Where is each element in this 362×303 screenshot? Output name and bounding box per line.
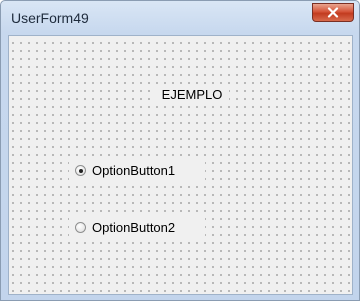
form-design-area[interactable]: EJEMPLO OptionButton1 OptionButton2 — [8, 35, 353, 295]
close-button[interactable] — [312, 3, 354, 22]
close-icon — [327, 7, 339, 18]
window-title: UserForm49 — [11, 10, 89, 26]
option-button-2-label: OptionButton2 — [92, 220, 176, 235]
option-button-1-label: OptionButton1 — [92, 163, 176, 178]
label-ejemplo[interactable]: EJEMPLO — [155, 84, 229, 106]
radio-unchecked-icon[interactable] — [75, 222, 86, 233]
option-button-2[interactable]: OptionButton2 — [69, 217, 205, 239]
userform-window: UserForm49 EJEMPLO OptionButton1 OptionB… — [0, 0, 360, 301]
option-button-1[interactable]: OptionButton1 — [69, 160, 205, 182]
title-bar[interactable]: UserForm49 — [1, 1, 359, 35]
radio-dot — [78, 168, 83, 173]
radio-checked-icon[interactable] — [75, 165, 86, 176]
